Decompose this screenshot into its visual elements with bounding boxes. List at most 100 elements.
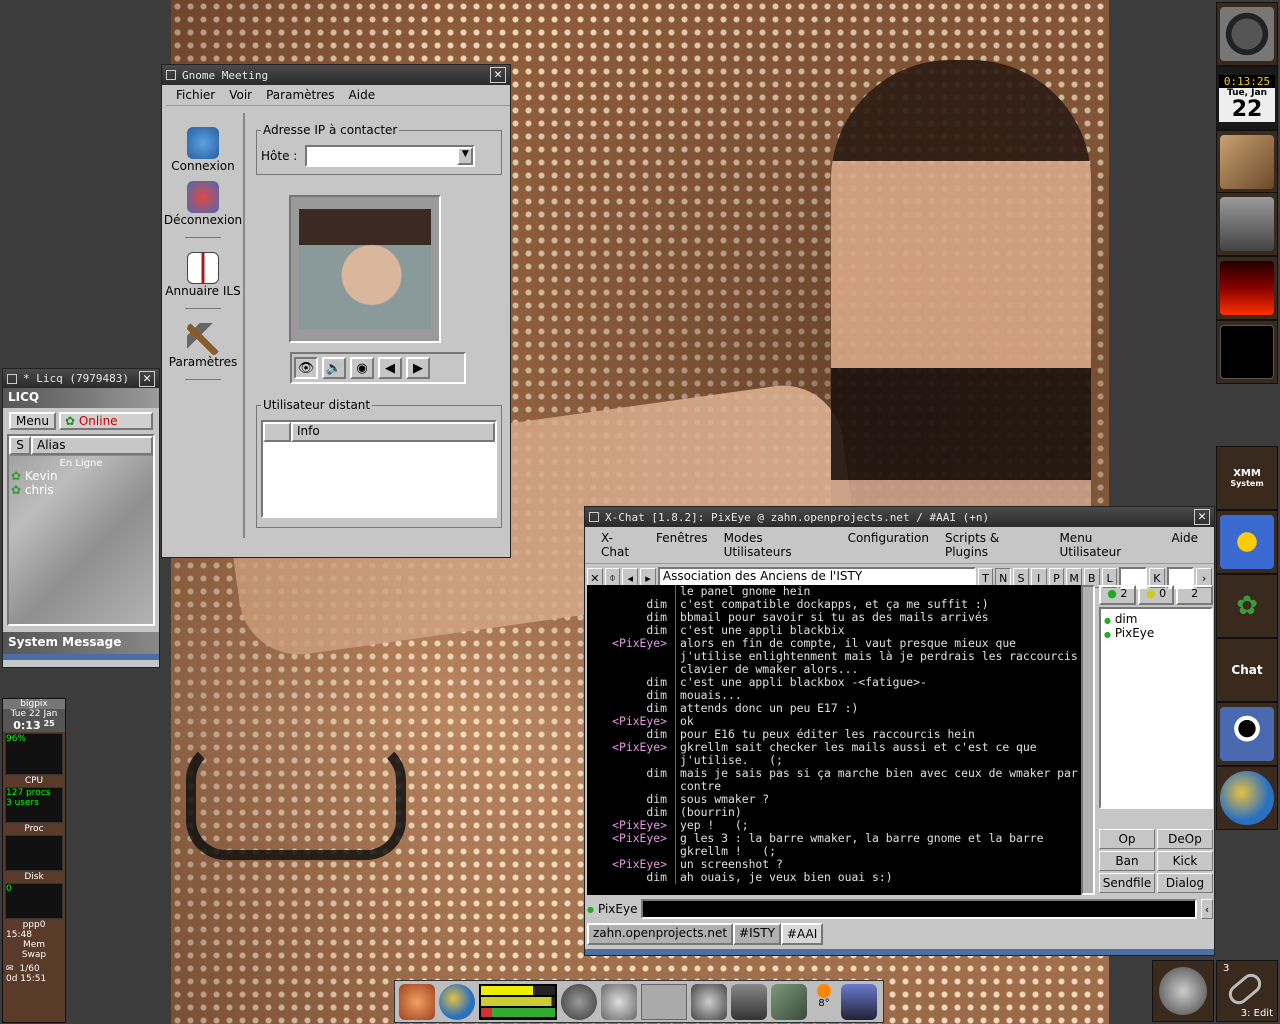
menu-voir[interactable]: Voir bbox=[229, 88, 252, 102]
menu-configuration[interactable]: Configuration bbox=[848, 531, 929, 559]
menu-fichier[interactable]: Fichier bbox=[176, 88, 215, 102]
contact-chris[interactable]: ✿ chris bbox=[9, 483, 153, 497]
monitor-icon[interactable] bbox=[841, 983, 877, 1020]
chat-nick[interactable]: <PixEye> bbox=[587, 637, 675, 676]
gk-cpu-graph[interactable]: 96% bbox=[5, 733, 63, 775]
host-input[interactable]: ▼ bbox=[305, 145, 476, 167]
dock-chat[interactable]: Chat bbox=[1216, 638, 1278, 702]
workspace-clip[interactable]: 3 3: Edit bbox=[1216, 960, 1278, 1022]
menu-utilisateur[interactable]: Menu Utilisateur bbox=[1059, 531, 1155, 559]
foot-icon[interactable] bbox=[601, 983, 637, 1020]
menu-xchat[interactable]: X-Chat bbox=[601, 531, 640, 559]
load-meters bbox=[479, 983, 557, 1020]
menu-bar: Fichier Voir Paramètres Aide bbox=[166, 85, 510, 106]
chat-log[interactable]: le panel gnome hein dim c'est compatible d… bbox=[587, 585, 1081, 895]
deconnexion-button[interactable]: Déconnexion bbox=[163, 181, 243, 238]
gk-net-graph[interactable]: 0 bbox=[5, 883, 63, 919]
ban-button[interactable]: Ban bbox=[1099, 851, 1155, 871]
gnome-meeting-titlebar[interactable]: Gnome Meeting ✕ bbox=[162, 65, 510, 85]
chat-line: dim mais je sais pas si ça marche bien av… bbox=[587, 767, 1081, 793]
annuaire-ils-button[interactable]: Annuaire ILS bbox=[163, 252, 243, 309]
stone-icon[interactable] bbox=[561, 983, 597, 1020]
chat-nick[interactable]: <PixEye> bbox=[587, 741, 675, 767]
status-button[interactable]: ✿ Online bbox=[58, 412, 153, 430]
chevron-down-icon[interactable]: ▼ bbox=[457, 147, 474, 165]
eye-icon[interactable]: 👁 bbox=[294, 357, 318, 379]
contact-kevin[interactable]: ✿ Kevin bbox=[9, 469, 153, 483]
input-menu-icon[interactable]: ‹ bbox=[1201, 899, 1213, 919]
tab-server[interactable]: zahn.openprojects.net bbox=[587, 923, 734, 945]
deop-button[interactable]: DeOp bbox=[1157, 829, 1213, 849]
dock-slot-1[interactable] bbox=[1216, 130, 1278, 194]
chat-nick[interactable]: dim bbox=[587, 767, 675, 793]
dock-logo[interactable] bbox=[1216, 2, 1278, 66]
chat-scrollbar[interactable] bbox=[1081, 585, 1095, 895]
flower-icon: ✿ bbox=[1236, 591, 1258, 621]
workspace-label: 3: Edit bbox=[1240, 1008, 1273, 1019]
col-s-header[interactable]: S bbox=[9, 436, 31, 455]
gk-disk-graph[interactable] bbox=[5, 835, 63, 871]
dock-globe[interactable] bbox=[1216, 766, 1278, 830]
gk-net-label: ppp0 bbox=[22, 920, 46, 930]
dock-fire[interactable] bbox=[1216, 256, 1278, 320]
user-list[interactable]: ● dim ● PixEye bbox=[1099, 607, 1213, 809]
window-menu-icon[interactable] bbox=[166, 70, 176, 80]
dock-slot-2[interactable] bbox=[1216, 192, 1278, 256]
gkrellm-monitor: bigpix Tue 22 Jan 0:13 25 96% CPU 127 procs… bbox=[2, 698, 66, 1023]
gnome-foot-icon[interactable] bbox=[399, 983, 435, 1020]
tab-aai[interactable]: #AAI bbox=[780, 923, 824, 945]
op-button[interactable]: Op bbox=[1099, 829, 1155, 849]
parametres-label: Paramètres bbox=[168, 355, 238, 369]
contact-list[interactable]: S Alias En Ligne ✿ Kevin ✿ chris bbox=[7, 434, 155, 626]
user-dim[interactable]: ● dim bbox=[1104, 612, 1208, 626]
dock-licq[interactable]: ✿ bbox=[1216, 574, 1278, 638]
gk-mail[interactable]: ✉ 1/60 bbox=[3, 964, 65, 974]
chat-nick[interactable]: dim bbox=[587, 871, 675, 884]
dock-slot-3[interactable] bbox=[1216, 320, 1278, 384]
speaker-icon[interactable]: 🔊 bbox=[322, 357, 346, 379]
nick-label[interactable]: PixEye bbox=[598, 902, 637, 916]
sendfile-button[interactable]: Sendfile bbox=[1099, 873, 1155, 893]
left-arrow-icon[interactable]: ◀ bbox=[378, 357, 402, 379]
fire-icon bbox=[1220, 261, 1274, 315]
remote-user-group: Utilisateur distant Info bbox=[256, 398, 502, 528]
gnome-foot-dock[interactable] bbox=[1152, 960, 1214, 1022]
parametres-button[interactable]: Paramètres bbox=[163, 323, 243, 380]
connexion-button[interactable]: Connexion bbox=[163, 127, 243, 173]
xchat-titlebar[interactable]: X-Chat [1.8.2]: PixEye @ zahn.openprojec… bbox=[585, 507, 1214, 527]
close-icon[interactable]: ✕ bbox=[490, 67, 506, 83]
kick-button[interactable]: Kick bbox=[1157, 851, 1213, 871]
close-icon[interactable]: ✕ bbox=[1194, 509, 1210, 525]
dialog-button[interactable]: Dialog bbox=[1157, 873, 1213, 893]
dock-penguin[interactable] bbox=[1216, 702, 1278, 766]
chat-nick[interactable]: <PixEye> bbox=[587, 832, 675, 858]
close-icon[interactable]: ✕ bbox=[139, 370, 155, 387]
box-icon[interactable] bbox=[771, 983, 807, 1020]
tab-isty[interactable]: #ISTY bbox=[733, 923, 781, 945]
dock-volume[interactable] bbox=[1216, 510, 1278, 574]
menu-fenetres[interactable]: Fenêtres bbox=[656, 531, 708, 559]
col-alias-header[interactable]: Alias bbox=[31, 436, 153, 455]
message-input[interactable] bbox=[641, 899, 1197, 919]
remote-user-list[interactable]: Info bbox=[261, 420, 497, 518]
menu-aide[interactable]: Aide bbox=[349, 88, 376, 102]
gk-proc-graph[interactable]: 127 procs 3 users bbox=[5, 787, 63, 823]
weather-applet[interactable]: 8° bbox=[811, 983, 837, 1020]
menu-aide[interactable]: Aide bbox=[1171, 531, 1198, 559]
menu-modes[interactable]: Modes Utilisateurs bbox=[724, 531, 832, 559]
user-pixeye[interactable]: ● PixEye bbox=[1104, 626, 1208, 640]
licq-menu-button[interactable]: Menu bbox=[9, 412, 56, 430]
webcam-icon[interactable]: ◉ bbox=[350, 357, 374, 379]
toolbar-sidebar: Connexion Déconnexion Annuaire ILS Param… bbox=[163, 113, 245, 538]
menu-scripts[interactable]: Scripts & Plugins bbox=[945, 531, 1043, 559]
right-arrow-icon[interactable]: ▶ bbox=[406, 357, 430, 379]
dock-xmm[interactable]: XMM System bbox=[1216, 446, 1278, 510]
licq-titlebar[interactable]: * Licq (7979483) ✕ bbox=[3, 369, 159, 388]
terminal-icon[interactable] bbox=[731, 983, 767, 1020]
info-column-header[interactable]: Info bbox=[291, 422, 495, 442]
pager-applet[interactable] bbox=[641, 983, 687, 1020]
globe-icon[interactable] bbox=[439, 983, 475, 1020]
system-message[interactable]: System Message bbox=[3, 632, 159, 654]
menu-parametres[interactable]: Paramètres bbox=[266, 88, 334, 102]
gear-foot-icon[interactable] bbox=[691, 983, 727, 1020]
